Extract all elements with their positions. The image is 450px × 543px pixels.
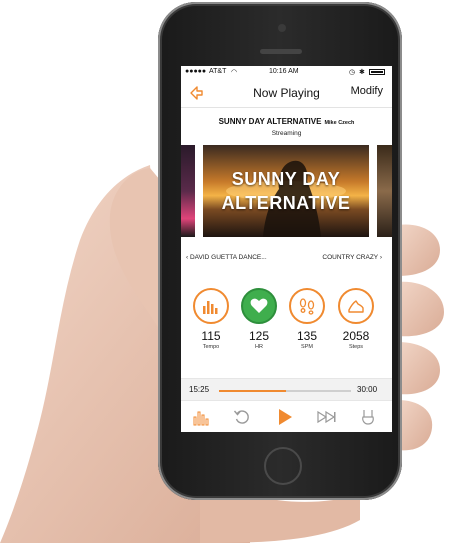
steps-value: 2058	[342, 329, 370, 343]
heart-rate-value: 125	[248, 329, 270, 343]
app-screen: ●●●●● AT&T ◠ 10:16 AM ◷ ✱ Now Playing Mo…	[181, 66, 392, 432]
steps-label: Steps	[348, 344, 364, 350]
tempo-metric-button[interactable]	[193, 288, 229, 324]
front-camera	[278, 24, 286, 32]
previous-playlist-link[interactable]: ‹ DAVID GUETTA DANCE...	[186, 254, 267, 261]
chevron-right-icon: ›	[378, 254, 382, 261]
replay-icon[interactable]	[233, 408, 251, 426]
alarm-icon: ◷	[349, 69, 356, 76]
tempo-bars-icon	[203, 301, 218, 314]
album-art-silhouette	[226, 160, 346, 237]
progress-slider[interactable]	[219, 390, 351, 392]
album-art[interactable]: SUNNY DAY ALTERNATIVE	[203, 145, 369, 237]
shoe-icon	[348, 300, 364, 313]
navigation-bar: Now Playing Modify	[181, 79, 392, 108]
carrier-label: AT&T	[209, 68, 227, 75]
spm-value: 135	[296, 329, 318, 343]
total-duration: 30:00	[357, 385, 378, 394]
status-bar: ●●●●● AT&T ◠ 10:16 AM ◷ ✱	[181, 66, 392, 78]
progress-fill	[219, 390, 287, 392]
tempo-value: 115	[201, 329, 221, 343]
elapsed-time: 15:25	[189, 385, 210, 394]
album-art-title-line1: SUNNY DAY	[231, 169, 341, 189]
earpiece-speaker	[260, 49, 302, 54]
album-art-title-line2: ALTERNATIVE	[221, 193, 351, 213]
tempo-label: Tempo	[202, 344, 220, 350]
home-button[interactable]	[264, 447, 302, 485]
equalizer-icon[interactable]	[192, 408, 210, 426]
player-controls	[181, 400, 392, 432]
track-source: Streaming	[271, 130, 302, 137]
modify-button[interactable]: Modify	[351, 85, 383, 97]
play-icon[interactable]	[276, 408, 294, 426]
heart-icon	[250, 298, 268, 313]
spm-metric-button[interactable]	[289, 288, 325, 324]
battery-icon	[369, 69, 385, 75]
next-playlist-link[interactable]: COUNTRY CRAZY ›	[322, 254, 382, 261]
spm-label: SPM	[301, 344, 313, 350]
track-title: SUNNY DAY ALTERNATIVE	[218, 117, 322, 126]
heart-rate-label: HR	[255, 344, 263, 350]
heart-rate-metric-button[interactable]	[241, 288, 277, 324]
track-artist: Mike Czech	[324, 120, 355, 126]
signal-dots-icon: ●●●●●	[185, 68, 207, 75]
clock: 10:16 AM	[269, 68, 299, 75]
playback-progress: 15:25 30:00	[181, 378, 392, 401]
footprints-icon	[299, 298, 315, 315]
skip-forward-icon[interactable]	[317, 408, 337, 426]
next-album-art[interactable]	[377, 145, 392, 237]
wifi-icon: ◠	[231, 69, 238, 76]
rock-hand-icon[interactable]	[359, 408, 377, 426]
steps-metric-button[interactable]	[338, 288, 374, 324]
bluetooth-icon: ✱	[359, 69, 365, 76]
track-title-line: SUNNY DAY ALTERNATIVE Mike Czech	[181, 117, 392, 126]
previous-album-art[interactable]	[181, 145, 195, 237]
